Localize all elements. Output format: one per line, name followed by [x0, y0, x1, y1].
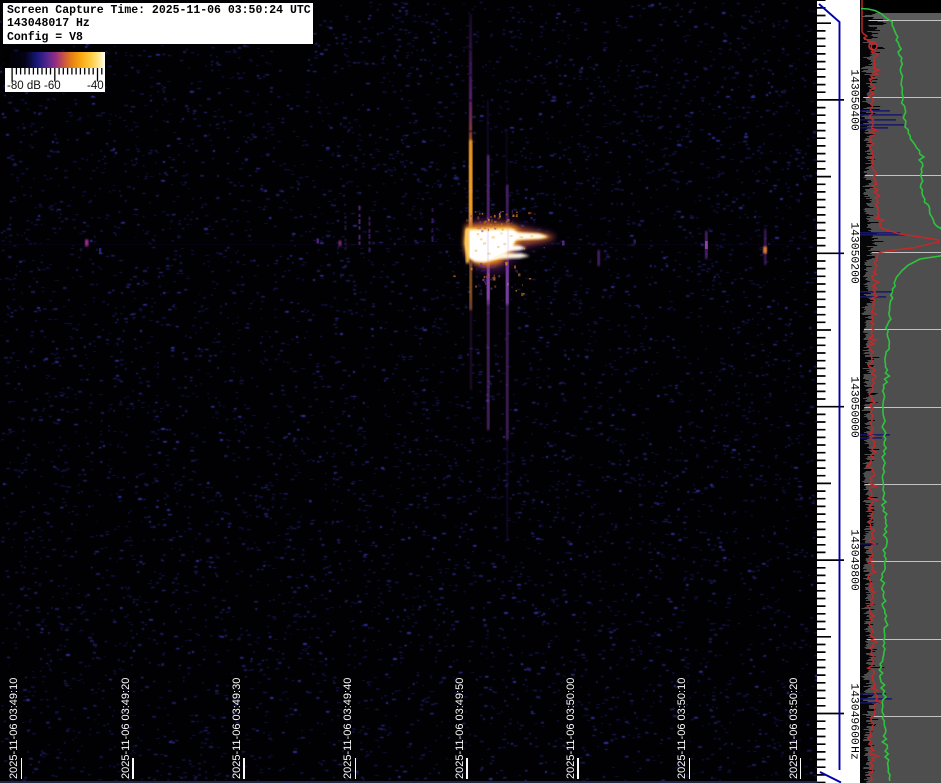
svg-text:143050400: 143050400 [848, 69, 860, 131]
svg-text:143049600: 143049600 [848, 683, 860, 745]
svg-text:143049800: 143049800 [848, 529, 860, 591]
svg-text:Hz: Hz [848, 746, 860, 760]
svg-text:143050200: 143050200 [848, 222, 860, 284]
svg-text:-60: -60 [44, 80, 61, 92]
svg-text:-40: -40 [87, 80, 104, 92]
svg-text:143050000: 143050000 [848, 376, 860, 438]
svg-text:-80 dB: -80 dB [7, 80, 41, 92]
